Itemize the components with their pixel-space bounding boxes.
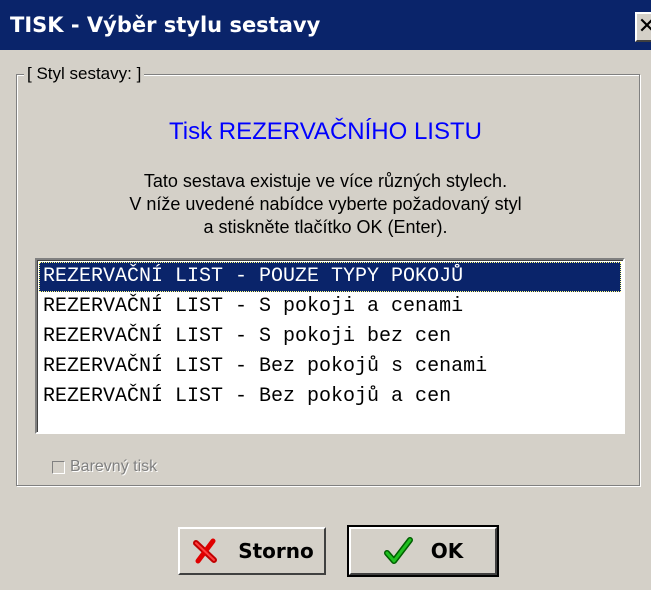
cancel-label: Storno [238,539,314,563]
close-button[interactable]: ✕ [635,12,651,42]
close-icon: ✕ [637,14,651,39]
cancel-button[interactable]: Storno [178,527,326,575]
green-check-icon [383,537,413,564]
window-title: TISK - Výběr stylu sestavy [10,13,321,37]
ok-label: OK [430,539,464,563]
style-listbox[interactable]: REZERVAČNÍ LIST - POUZE TYPY POKOJŮ REZE… [35,258,625,434]
red-x-icon [193,538,218,564]
list-item-3[interactable]: REZERVAČNÍ LIST - Bez pokojů s cenami [39,352,621,382]
groupbox-legend: [ Styl sestavy: ] [24,64,145,84]
description-line-2: V níže uvedené nabídce vyberte požadovan… [129,194,522,214]
title-bar: TISK - Výběr stylu sestavy ✕ [0,0,651,50]
list-item-2[interactable]: REZERVAČNÍ LIST - S pokoji bez cen [39,322,621,352]
color-print-label: Barevný tisk [70,458,158,475]
description-line-1: Tato sestava existuje ve více různých st… [143,171,508,191]
ok-button[interactable]: OK [347,525,499,577]
report-heading: Tisk REZERVAČNÍHO LISTU [169,118,482,145]
list-item-1[interactable]: REZERVAČNÍ LIST - S pokoji a cenami [39,292,621,322]
list-item-0[interactable]: REZERVAČNÍ LIST - POUZE TYPY POKOJŮ [39,262,621,292]
color-print-option[interactable]: Barevný tisk [52,457,157,477]
list-item-4[interactable]: REZERVAČNÍ LIST - Bez pokojů a cen [39,382,621,412]
description-line-3: a stiskněte tlačítko OK (Enter). [203,217,448,237]
color-print-checkbox[interactable] [52,460,65,474]
description: Tato sestava existuje ve více různých st… [0,170,651,239]
